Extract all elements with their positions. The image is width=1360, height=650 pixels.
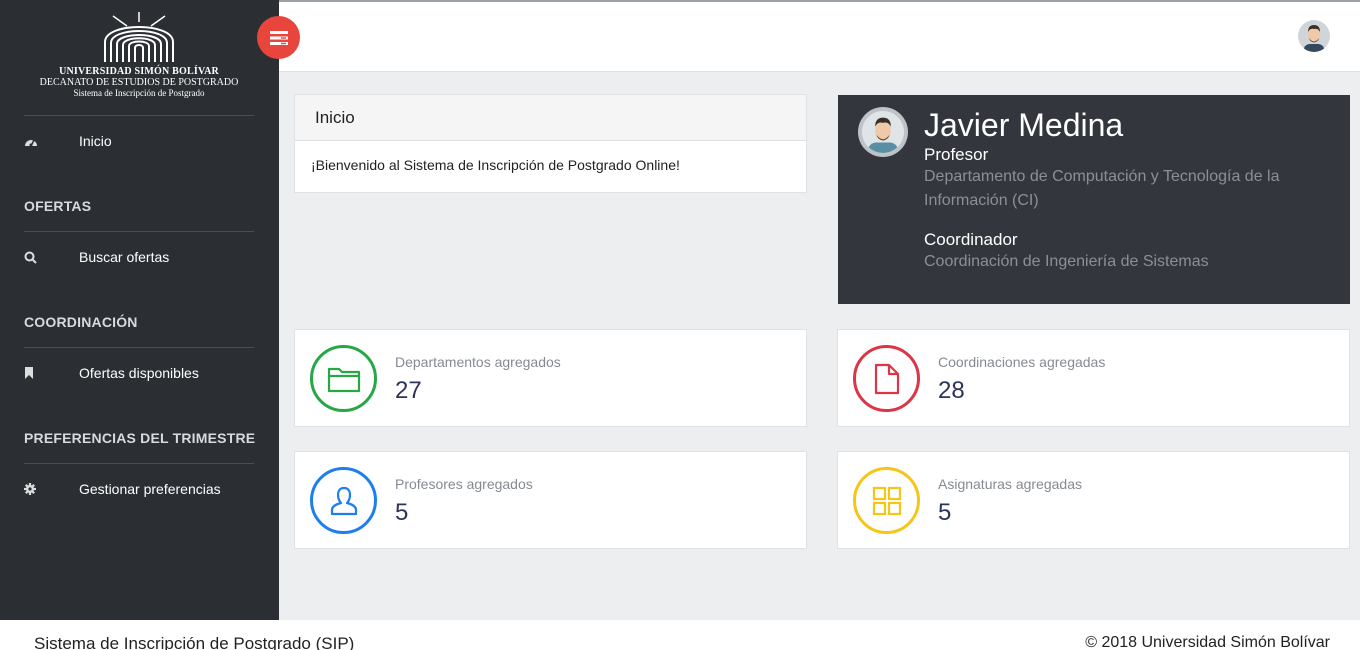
sidebar-item-inicio[interactable]: Inicio [24,130,254,152]
stat-label: Asignaturas agregadas [938,476,1082,492]
stat-icon-circle [310,345,377,412]
stat-label: Departamentos agregados [395,354,561,370]
profile-role-coordinator: Coordinador [924,230,1018,249]
profile-coordination: Coordinación de Ingeniería de Sistemas [924,253,1209,270]
welcome-card-title: Inicio [295,95,806,141]
stat-icon-circle [853,345,920,412]
dashboard-icon [24,135,79,147]
folder-icon [327,367,360,392]
footer-copyright: © 2018 Universidad Simón Bolívar [1085,634,1330,650]
sidebar-divider [24,115,254,116]
avatar-icon [862,111,904,153]
gear-icon [24,483,79,495]
sidebar-item-gestionar-preferencias[interactable]: Gestionar preferencias [24,478,254,500]
profile-department: Departamento de Computación y Tecnología… [924,168,1280,209]
logo-line-system: Sistema de Inscripción de Postgrado [73,88,205,98]
profile-role-professor: Profesor [924,145,989,164]
search-icon [24,251,79,264]
user-avatar[interactable] [1298,20,1330,52]
stat-card-profesores: Profesores agregados 5 [294,451,807,549]
grid-icon [872,486,901,515]
bookmark-icon [24,367,79,379]
top-header [279,2,1360,72]
sidebar-item-label: Buscar ofertas [79,249,170,265]
sidebar-item-label: Gestionar preferencias [79,481,221,497]
user-icon [330,486,357,515]
stat-icon-circle [853,467,920,534]
sidebar-item-buscar-ofertas[interactable]: Buscar ofertas [24,246,254,268]
stat-value: 5 [938,499,952,526]
menu-toggle-icon [269,30,288,45]
document-icon [874,363,899,394]
sidebar-item-label: Inicio [79,133,112,149]
sidebar-divider [24,231,254,232]
profile-card: Javier Medina Profesor Departamento de C… [838,95,1350,304]
stat-value: 5 [395,499,409,526]
profile-avatar [858,107,908,157]
sidebar-divider [24,347,254,348]
section-title-coordinacion: COORDINACIÓN [24,314,138,330]
sidebar-item-ofertas-disponibles[interactable]: Ofertas disponibles [24,362,254,384]
welcome-message: ¡Bienvenido al Sistema de Inscripción de… [311,157,680,173]
welcome-card: Inicio ¡Bienvenido al Sistema de Inscrip… [294,94,807,193]
avatar-icon [1298,20,1330,52]
footer-system-name: Sistema de Inscripción de Postgrado (SIP… [34,634,355,650]
stat-card-coordinaciones: Coordinaciones agregadas 28 [837,329,1350,427]
stat-label: Coordinaciones agregadas [938,354,1106,370]
university-logo[interactable]: UNIVERSIDAD SIMÓN BOLÍVAR DECANATO DE ES… [24,12,254,99]
stat-icon-circle [310,467,377,534]
sidebar-item-label: Ofertas disponibles [79,365,199,381]
stat-value: 27 [395,377,422,404]
footer: Sistema de Inscripción de Postgrado (SIP… [0,620,1360,650]
sidebar: UNIVERSIDAD SIMÓN BOLÍVAR DECANATO DE ES… [0,0,279,620]
stat-label: Profesores agregados [395,476,533,492]
logo-line-dean: DECANATO DE ESTUDIOS DE POSTGRADO [39,77,239,88]
logo-line-university: UNIVERSIDAD SIMÓN BOLÍVAR [59,66,219,77]
stat-card-asignaturas: Asignaturas agregadas 5 [837,451,1350,549]
stat-value: 28 [938,377,965,404]
profile-name: Javier Medina [924,107,1124,143]
section-title-ofertas: OFERTAS [24,198,92,214]
section-title-preferencias: PREFERENCIAS DEL TRIMESTRE [24,430,256,446]
stat-card-departamentos: Departamentos agregados 27 [294,329,807,427]
usb-logo-icon [104,12,174,62]
sidebar-divider [24,463,254,464]
sidebar-toggle-button[interactable] [257,16,300,59]
